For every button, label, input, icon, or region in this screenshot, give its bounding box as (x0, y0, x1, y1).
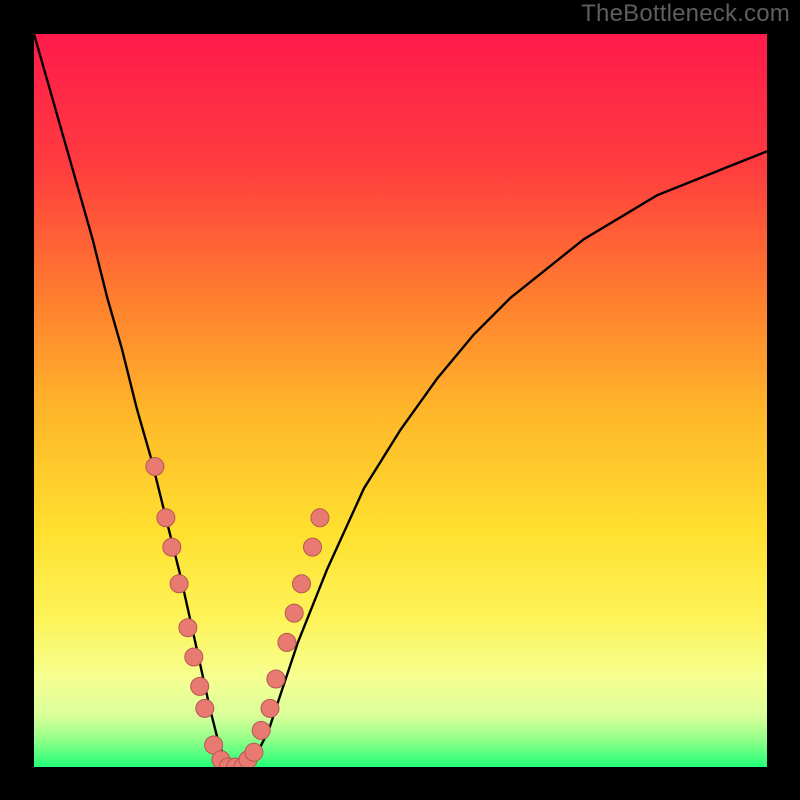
curve-marker (179, 619, 197, 637)
curve-marker (170, 575, 188, 593)
chart-svg (34, 34, 767, 767)
chart-frame: TheBottleneck.com (0, 0, 800, 800)
curve-marker (196, 699, 214, 717)
curve-marker (311, 509, 329, 527)
curve-marker (293, 575, 311, 593)
gradient-background (34, 34, 767, 767)
curve-marker (278, 633, 296, 651)
curve-marker (245, 743, 263, 761)
watermark-text: TheBottleneck.com (581, 0, 790, 28)
curve-marker (267, 670, 285, 688)
curve-marker (146, 458, 164, 476)
curve-marker (163, 538, 181, 556)
curve-marker (252, 721, 270, 739)
curve-marker (304, 538, 322, 556)
curve-marker (157, 509, 175, 527)
curve-marker (185, 648, 203, 666)
curve-marker (261, 699, 279, 717)
curve-marker (191, 677, 209, 695)
plot-area (34, 34, 767, 767)
curve-marker (285, 604, 303, 622)
